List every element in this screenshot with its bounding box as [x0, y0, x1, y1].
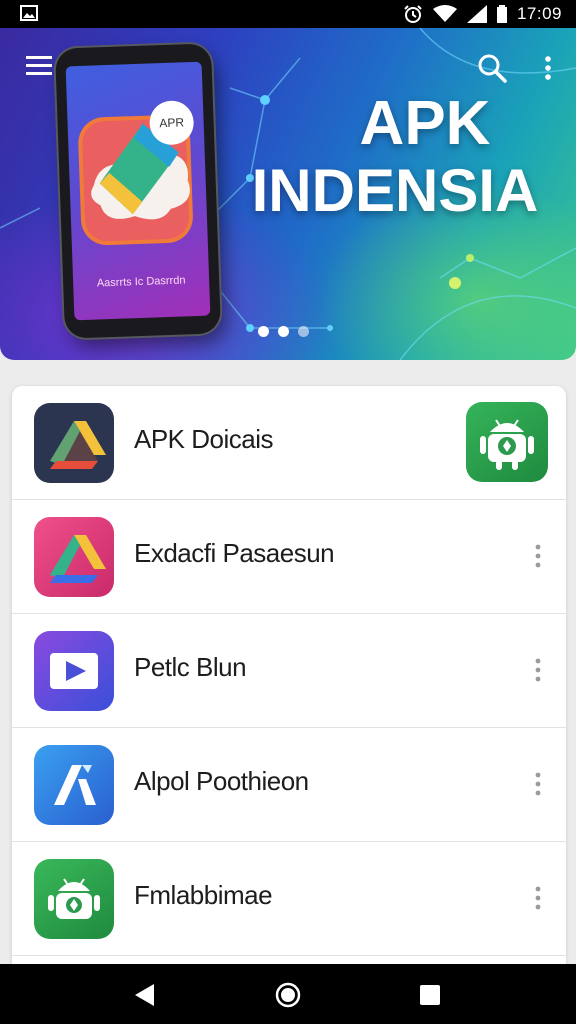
- app-list: APK Doicais Exdacfi Pasaesun Petlc Blun …: [12, 386, 566, 966]
- list-item[interactable]: Fmlabbimae: [12, 842, 566, 956]
- more-vert-icon[interactable]: [530, 542, 546, 570]
- app-name: Alpol Poothieon: [134, 766, 309, 796]
- more-vert-icon[interactable]: [530, 770, 546, 798]
- recents-icon[interactable]: [420, 985, 440, 1005]
- drive-triangle-icon: [34, 403, 114, 483]
- alarm-icon: [404, 5, 422, 23]
- android-icon: [34, 859, 114, 939]
- more-vert-icon[interactable]: [530, 656, 546, 684]
- hero-banner[interactable]: APR Aasrrts Ic Dasrrdn APK INDENSIA: [0, 28, 576, 360]
- list-item[interactable]: Petlc Blun: [12, 614, 566, 728]
- android-badge-icon[interactable]: [466, 402, 548, 482]
- more-vert-icon[interactable]: [530, 884, 546, 912]
- play-icon: [34, 631, 114, 711]
- status-time: 17:09: [516, 4, 562, 23]
- search-icon[interactable]: [476, 52, 508, 84]
- home-icon[interactable]: [275, 982, 301, 1008]
- signal-icon: [466, 5, 487, 23]
- carousel-indicator: [258, 326, 309, 337]
- a-logo-icon: [34, 745, 114, 825]
- status-bar: 17:09: [0, 0, 576, 28]
- menu-icon[interactable]: [26, 54, 54, 78]
- drive-triangle-icon: [34, 517, 114, 597]
- banner-title-line1: APK: [359, 89, 491, 158]
- banner-title-line2: INDENSIA: [251, 157, 539, 224]
- battery-icon: [496, 5, 507, 23]
- carousel-dot[interactable]: [278, 326, 289, 337]
- wifi-icon: [432, 5, 457, 22]
- svg-text:APR: APR: [159, 115, 184, 130]
- system-nav-bar: [0, 964, 576, 1024]
- back-icon[interactable]: [132, 982, 158, 1008]
- more-vert-icon[interactable]: [538, 52, 558, 84]
- carousel-dot[interactable]: [298, 326, 309, 337]
- app-name: Fmlabbimae: [134, 880, 273, 910]
- list-item[interactable]: APK Doicais: [12, 386, 566, 500]
- app-name: Exdacfi Pasaesun: [134, 538, 335, 568]
- gallery-icon: [20, 5, 38, 21]
- list-item[interactable]: Exdacfi Pasaesun: [12, 500, 566, 614]
- banner-title: APK INDENSIA: [250, 90, 576, 224]
- carousel-dot[interactable]: [258, 326, 269, 337]
- list-item[interactable]: Alpol Poothieon: [12, 728, 566, 842]
- phone-screen: APR Aasrrts Ic Dasrrdn: [65, 61, 211, 321]
- app-name: Petlc Blun: [134, 652, 247, 682]
- divider: [12, 955, 566, 956]
- app-name: APK Doicais: [134, 424, 274, 454]
